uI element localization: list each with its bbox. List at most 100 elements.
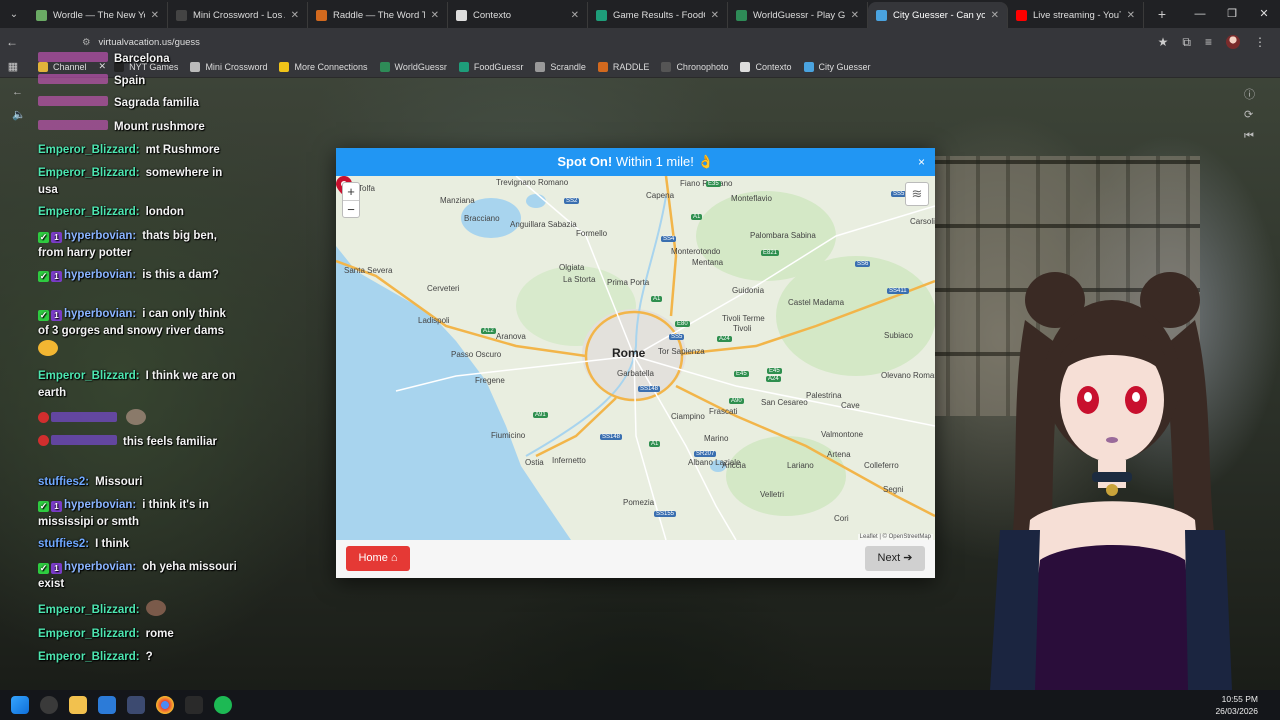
chrome-icon[interactable] <box>156 696 174 714</box>
browser-tab[interactable]: Wordle — The New York Ti ✕ <box>28 2 168 28</box>
minimize-icon[interactable]: — <box>1184 0 1216 28</box>
chat-username[interactable]: hyperbovian: <box>64 561 136 573</box>
browser-tab[interactable]: WorldGuessr - Play Geogr ✕ <box>728 2 868 28</box>
media-icon[interactable]: ≡ <box>1205 35 1212 49</box>
subscriber-badge-icon: 1 <box>51 563 62 574</box>
file-explorer-icon[interactable] <box>69 696 87 714</box>
modal-close-button[interactable]: × <box>918 148 925 176</box>
bookmark-item[interactable]: City Guesser <box>803 61 871 72</box>
map-place-label: Santa Severa <box>344 266 393 275</box>
chat-username-hidden[interactable] <box>38 96 108 106</box>
map-place-label: Passo Oscuro <box>451 350 502 359</box>
browser-tab[interactable]: Contexto ✕ <box>448 2 588 28</box>
zoom-out-button[interactable]: − <box>343 200 359 217</box>
map-place-label: Tivoli Terme <box>722 314 765 323</box>
maximize-icon[interactable]: ❐ <box>1216 0 1248 28</box>
chat-username-hidden[interactable] <box>38 74 108 84</box>
tab-close-icon[interactable]: ✕ <box>711 10 719 21</box>
back-arrow-icon[interactable]: ← <box>12 86 23 98</box>
info-icon[interactable]: ⓘ <box>1244 86 1255 102</box>
tab-close-icon[interactable]: ✕ <box>991 10 999 21</box>
chat-message: Emperor_Blizzard:? <box>38 649 238 666</box>
map-place-label: Cori <box>834 514 849 523</box>
sound-icon[interactable]: 🔈 <box>12 108 26 121</box>
bookmark-item[interactable]: Contexto <box>740 61 792 72</box>
chat-username-hidden[interactable] <box>51 435 117 445</box>
tab-close-icon[interactable]: ✕ <box>1127 10 1135 21</box>
lake-martignano <box>526 194 546 208</box>
result-map[interactable]: Tolfa Manziana Trevignano Romano Bracciano A… <box>336 176 935 540</box>
rewind-icon[interactable]: ⏮ <box>1244 130 1254 143</box>
chat-username[interactable]: stuffies2: <box>38 538 89 550</box>
back-icon[interactable]: ← <box>0 35 24 49</box>
chat-text: Sagrada familia <box>114 97 200 109</box>
chat-username[interactable]: Emperor_Blizzard: <box>38 604 140 616</box>
emote-icon <box>126 409 147 425</box>
chat-username-hidden[interactable] <box>38 52 108 62</box>
photos-icon[interactable] <box>98 696 116 714</box>
tab-close-icon[interactable]: ✕ <box>431 10 439 21</box>
browser-tab[interactable]: Live streaming - YouTube ✕ <box>1008 2 1144 28</box>
chat-username[interactable]: stuffies2: <box>38 476 89 488</box>
bookmark-star-icon[interactable]: ★ <box>1158 35 1169 49</box>
home-button[interactable]: Home ⌂ <box>346 546 410 571</box>
tab-search-icon[interactable]: ⌄ <box>0 0 28 28</box>
chat-username[interactable]: Emperor_Blizzard: <box>38 628 140 640</box>
bookmark-item[interactable]: RADDLE <box>597 61 649 72</box>
chat-username[interactable]: Emperor_Blizzard: <box>38 651 140 663</box>
map-place-label: Tivoli <box>733 324 752 333</box>
chat-message: stuffies2: Missouri <box>38 474 238 491</box>
browser-tab[interactable]: Mini Crossword - Los Ang ✕ <box>168 2 308 28</box>
chat-username[interactable]: Emperor_Blizzard: <box>38 144 140 156</box>
chat-username-hidden[interactable] <box>51 412 117 422</box>
taskbar-app-icon[interactable] <box>40 696 58 714</box>
tab-label: Game Results - FoodGues <box>613 9 705 21</box>
tab-close-icon[interactable]: ✕ <box>851 10 859 21</box>
bookmark-item[interactable]: WorldGuessr <box>379 61 447 72</box>
profile-avatar[interactable] <box>1226 35 1240 49</box>
tab-close-icon[interactable]: ✕ <box>571 10 579 21</box>
tab-close-icon[interactable]: ✕ <box>291 10 299 21</box>
system-clock[interactable]: 10:55 PM 26/03/2026 <box>1215 693 1258 717</box>
chat-username-hidden[interactable] <box>38 120 108 130</box>
menu-icon[interactable]: ⋮ <box>1254 35 1266 49</box>
next-button[interactable]: Next ➔ <box>865 546 925 571</box>
apps-grid-icon[interactable]: ▦ <box>0 60 26 73</box>
chat-username[interactable]: Emperor_Blizzard: <box>38 167 140 179</box>
refresh-icon[interactable]: ⟳ <box>1244 108 1253 121</box>
zoom-in-button[interactable]: + <box>343 183 359 200</box>
chat-text: Spain <box>114 75 146 87</box>
road-shield: SR207 <box>694 451 717 457</box>
chat-username[interactable]: Emperor_Blizzard: <box>38 370 140 382</box>
windows-start-icon[interactable] <box>11 696 29 714</box>
browser-tab[interactable]: City Guesser - Can you ✕ <box>868 2 1008 28</box>
chat-username[interactable]: Emperor_Blizzard: <box>38 206 140 218</box>
tab-close-icon[interactable]: ✕ <box>151 10 159 21</box>
site-info-icon[interactable]: ⚙ <box>82 37 91 48</box>
chat-username[interactable]: hyperbovian: <box>64 269 136 281</box>
extensions-icon[interactable]: ⧉ <box>1182 35 1191 50</box>
layers-icon[interactable]: ≋ <box>905 182 929 206</box>
bookmark-item[interactable]: FoodGuessr <box>458 61 523 72</box>
browser-tab[interactable]: Raddle — The Word Trans ✕ <box>308 2 448 28</box>
chat-username[interactable]: hyperbovian: <box>64 308 136 320</box>
map-place-label: Olevano Romano <box>881 371 935 380</box>
bookmark-item[interactable]: Scrandle <box>535 61 586 72</box>
road-shield: A24 <box>766 376 781 382</box>
streaming-app-icon[interactable] <box>185 696 203 714</box>
bookmark-label: Scrandle <box>550 61 586 72</box>
bookmark-item[interactable]: Chronophoto <box>661 61 728 72</box>
map-place-label: Ariccia <box>722 461 747 470</box>
new-tab-button[interactable]: + <box>1152 6 1172 22</box>
url-field[interactable]: ⚙ virtualvacation.us/guess <box>74 31 1134 53</box>
map-place-label: Ladispoli <box>418 316 450 325</box>
chat-username[interactable]: hyperbovian: <box>64 230 136 242</box>
close-window-icon[interactable]: ✕ <box>1248 0 1280 28</box>
chat-username[interactable]: hyperbovian: <box>64 499 136 511</box>
vtube-studio-icon[interactable] <box>127 696 145 714</box>
chat-message: this feels familiar <box>38 434 238 451</box>
bookmark-item[interactable]: More Connections <box>279 61 368 72</box>
spotify-icon[interactable] <box>214 696 232 714</box>
map-place-label: Prima Porta <box>607 278 650 287</box>
browser-tab[interactable]: Game Results - FoodGues ✕ <box>588 2 728 28</box>
